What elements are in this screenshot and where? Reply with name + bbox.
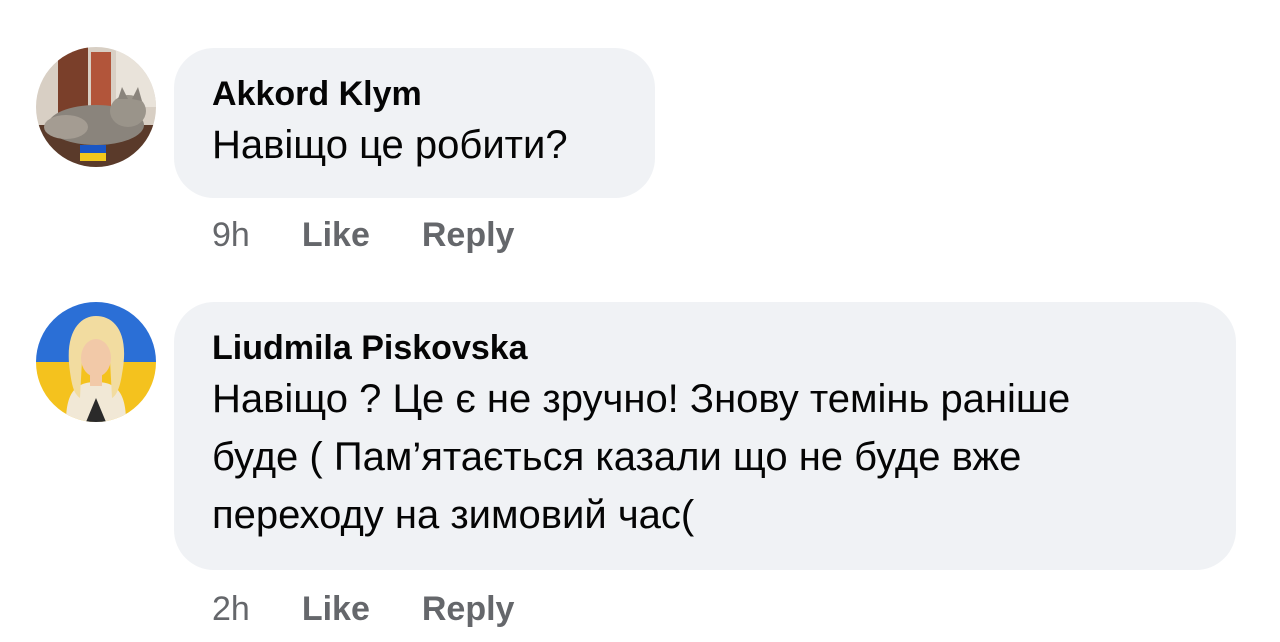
reply-button[interactable]: Reply bbox=[422, 216, 515, 255]
comment-actions: 2h Like Reply bbox=[212, 590, 514, 629]
comment-actions: 9h Like Reply bbox=[212, 216, 514, 255]
cat-avatar-image bbox=[36, 47, 156, 167]
comment-author[interactable]: Liudmila Piskovska bbox=[212, 326, 1198, 370]
like-button[interactable]: Like bbox=[302, 216, 370, 255]
comment-author[interactable]: Akkord Klym bbox=[212, 72, 617, 116]
comment-timestamp[interactable]: 9h bbox=[212, 216, 250, 255]
comment-text: Навіщо ? Це є не зручно! Знову темінь ра… bbox=[212, 377, 1071, 537]
comment-bubble: Liudmila Piskovska Навіщо ? Це є не зруч… bbox=[174, 302, 1236, 570]
comment-bubble: Akkord Klym Навіщо це робити? bbox=[174, 48, 655, 198]
comment-text: Навіщо це робити? bbox=[212, 123, 568, 167]
avatar[interactable] bbox=[36, 47, 156, 167]
like-button[interactable]: Like bbox=[302, 590, 370, 629]
woman-avatar-image bbox=[36, 302, 156, 422]
comment-timestamp[interactable]: 2h bbox=[212, 590, 250, 629]
avatar[interactable] bbox=[36, 302, 156, 422]
reply-button[interactable]: Reply bbox=[422, 590, 515, 629]
